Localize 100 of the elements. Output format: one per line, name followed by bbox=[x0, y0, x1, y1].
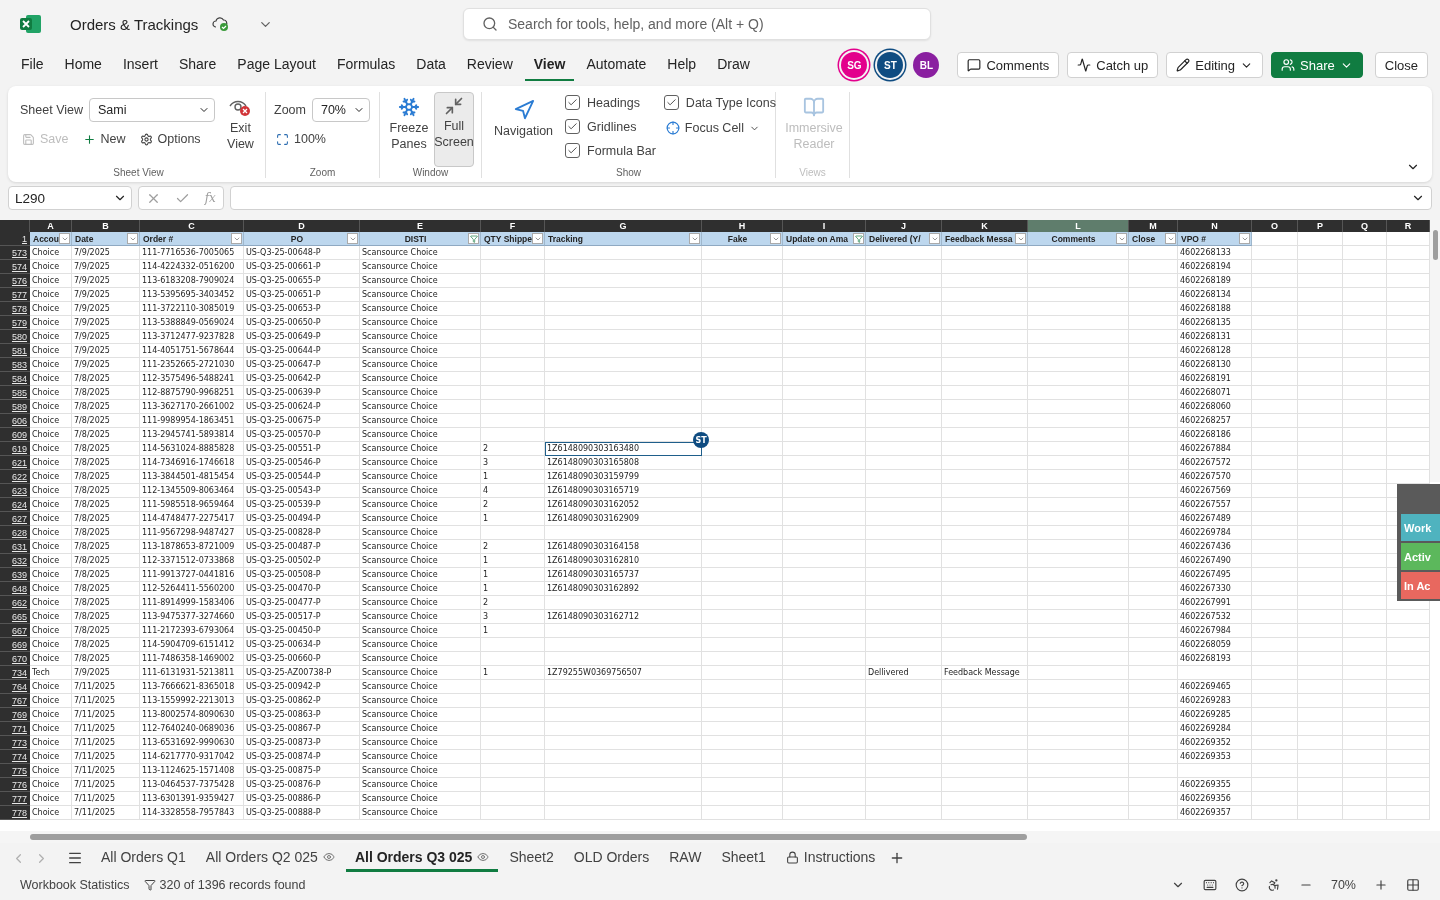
menu-tab[interactable]: Home bbox=[55, 49, 111, 81]
row-number[interactable]: 589 bbox=[0, 400, 30, 414]
share-button[interactable]: Share bbox=[1271, 52, 1363, 78]
column-letter[interactable]: A bbox=[30, 220, 72, 232]
row-number[interactable]: 576 bbox=[0, 274, 30, 288]
checkbox[interactable]: Formula Bar bbox=[565, 143, 656, 158]
row-number[interactable]: 662 bbox=[0, 596, 30, 610]
row-number[interactable]: 776 bbox=[0, 778, 30, 792]
column-letter[interactable]: I bbox=[783, 220, 866, 232]
row-number[interactable]: 631 bbox=[0, 540, 30, 554]
row-number[interactable]: 767 bbox=[0, 694, 30, 708]
row-number[interactable]: 774 bbox=[0, 750, 30, 764]
editing-button[interactable]: Editing bbox=[1166, 52, 1264, 78]
zoom-100-button[interactable]: 100% bbox=[274, 130, 370, 148]
column-letter[interactable]: N bbox=[1178, 220, 1252, 232]
menu-tab[interactable]: Page Layout bbox=[228, 49, 325, 81]
column-letter[interactable]: P bbox=[1298, 220, 1343, 232]
row-number[interactable]: 583 bbox=[0, 358, 30, 372]
row-number[interactable]: 773 bbox=[0, 736, 30, 750]
row-number[interactable]: 609 bbox=[0, 428, 30, 442]
row-number[interactable]: 632 bbox=[0, 554, 30, 568]
row-number[interactable]: 778 bbox=[0, 806, 30, 820]
sheet-tab[interactable]: All Orders Q1 bbox=[92, 844, 195, 872]
column-letter[interactable]: M bbox=[1129, 220, 1178, 232]
row-number[interactable]: 667 bbox=[0, 624, 30, 638]
menu-tab[interactable]: Automate bbox=[577, 49, 656, 81]
close-button[interactable]: Close bbox=[1374, 52, 1428, 78]
sheet-tab[interactable]: All Orders Q2 025 bbox=[196, 844, 344, 872]
sheet-tab[interactable]: All Orders Q3 025 bbox=[345, 844, 499, 872]
row-number[interactable]: 574 bbox=[0, 260, 30, 274]
menu-tab[interactable]: Review bbox=[457, 49, 522, 81]
column-letter[interactable]: K bbox=[942, 220, 1028, 232]
row-number[interactable]: 628 bbox=[0, 526, 30, 540]
row-number[interactable]: 606 bbox=[0, 414, 30, 428]
exit-view-button[interactable]: Exit View bbox=[223, 92, 258, 167]
avatar[interactable]: SG bbox=[841, 52, 868, 78]
row-number[interactable]: 627 bbox=[0, 512, 30, 526]
search-field[interactable]: Search for tools, help, and more (Alt + Q) bbox=[463, 8, 931, 40]
row-number[interactable]: 777 bbox=[0, 792, 30, 806]
row-number[interactable]: 619 bbox=[0, 442, 30, 456]
menu-tab[interactable]: Draw bbox=[708, 49, 759, 81]
menu-tab[interactable]: Data bbox=[407, 49, 455, 81]
row-number[interactable]: 639 bbox=[0, 568, 30, 582]
checkbox[interactable]: Data Type Icons bbox=[663, 95, 776, 110]
column-letter[interactable]: D bbox=[244, 220, 360, 232]
sheet-tab[interactable]: Sheet2 bbox=[500, 844, 563, 872]
sheet-tab[interactable]: RAW bbox=[660, 844, 711, 872]
row-number[interactable]: 670 bbox=[0, 652, 30, 666]
name-box[interactable]: L290 bbox=[8, 186, 132, 210]
freeze-panes-button[interactable]: Freeze Panes bbox=[388, 92, 430, 167]
row-number[interactable]: 579 bbox=[0, 316, 30, 330]
row-number[interactable]: 775 bbox=[0, 764, 30, 778]
row-number[interactable]: 669 bbox=[0, 638, 30, 652]
row-number[interactable]: 624 bbox=[0, 498, 30, 512]
column-letter[interactable]: C bbox=[140, 220, 244, 232]
row-number[interactable]: 621 bbox=[0, 456, 30, 470]
column-letter[interactable]: G bbox=[545, 220, 702, 232]
column-letter[interactable]: B bbox=[72, 220, 140, 232]
menu-tab[interactable]: Share bbox=[169, 49, 226, 81]
row-number[interactable]: 1 bbox=[0, 232, 30, 246]
row-number[interactable]: 584 bbox=[0, 372, 30, 386]
zoom-level[interactable]: 70% bbox=[1330, 878, 1356, 892]
column-letter[interactable]: L bbox=[1028, 220, 1129, 232]
zoom-dropdown[interactable]: 70% bbox=[311, 98, 370, 122]
row-number[interactable]: 578 bbox=[0, 302, 30, 316]
column-letter[interactable]: Q bbox=[1343, 220, 1387, 232]
row-number[interactable]: 573 bbox=[0, 246, 30, 260]
menu-tab[interactable]: Insert bbox=[113, 49, 167, 81]
row-number[interactable]: 764 bbox=[0, 680, 30, 694]
checkbox[interactable]: Gridlines bbox=[565, 119, 656, 134]
workbook-statistics-link[interactable]: Workbook Statistics bbox=[20, 878, 130, 892]
catchup-button[interactable]: Catch up bbox=[1067, 52, 1159, 78]
column-letter[interactable]: H bbox=[702, 220, 783, 232]
sheet-tab[interactable]: Instructions bbox=[776, 844, 885, 872]
sheet-view-dropdown[interactable]: Sami bbox=[89, 98, 215, 122]
avatar[interactable]: ST bbox=[877, 52, 904, 78]
options-button[interactable]: Options bbox=[137, 130, 203, 148]
column-letter[interactable]: J bbox=[866, 220, 942, 232]
menu-tab[interactable]: View bbox=[524, 49, 575, 81]
row-number[interactable]: 622 bbox=[0, 470, 30, 484]
column-letter[interactable]: R bbox=[1387, 220, 1430, 232]
row-number[interactable]: 623 bbox=[0, 484, 30, 498]
menu-tab[interactable]: Help bbox=[658, 49, 706, 81]
column-letter[interactable]: E bbox=[360, 220, 481, 232]
full-screen-button[interactable]: Full Screen bbox=[434, 92, 474, 167]
checkbox[interactable]: Headings bbox=[565, 95, 656, 110]
navigation-button[interactable]: Navigation bbox=[490, 92, 558, 167]
row-number[interactable]: 585 bbox=[0, 386, 30, 400]
row-number[interactable]: 769 bbox=[0, 708, 30, 722]
avatar[interactable]: BL bbox=[913, 52, 940, 78]
column-letter[interactable]: O bbox=[1252, 220, 1298, 232]
menu-tab[interactable]: File bbox=[12, 49, 53, 81]
comments-button[interactable]: Comments bbox=[957, 52, 1060, 78]
sheet-tab[interactable]: Sheet1 bbox=[712, 844, 775, 872]
row-number[interactable]: 771 bbox=[0, 722, 30, 736]
column-letter[interactable]: F bbox=[481, 220, 545, 232]
row-number[interactable]: 581 bbox=[0, 344, 30, 358]
menu-tab[interactable]: Formulas bbox=[327, 49, 405, 81]
row-number[interactable]: 580 bbox=[0, 330, 30, 344]
focus-cell-button[interactable]: Focus Cell bbox=[663, 119, 776, 137]
